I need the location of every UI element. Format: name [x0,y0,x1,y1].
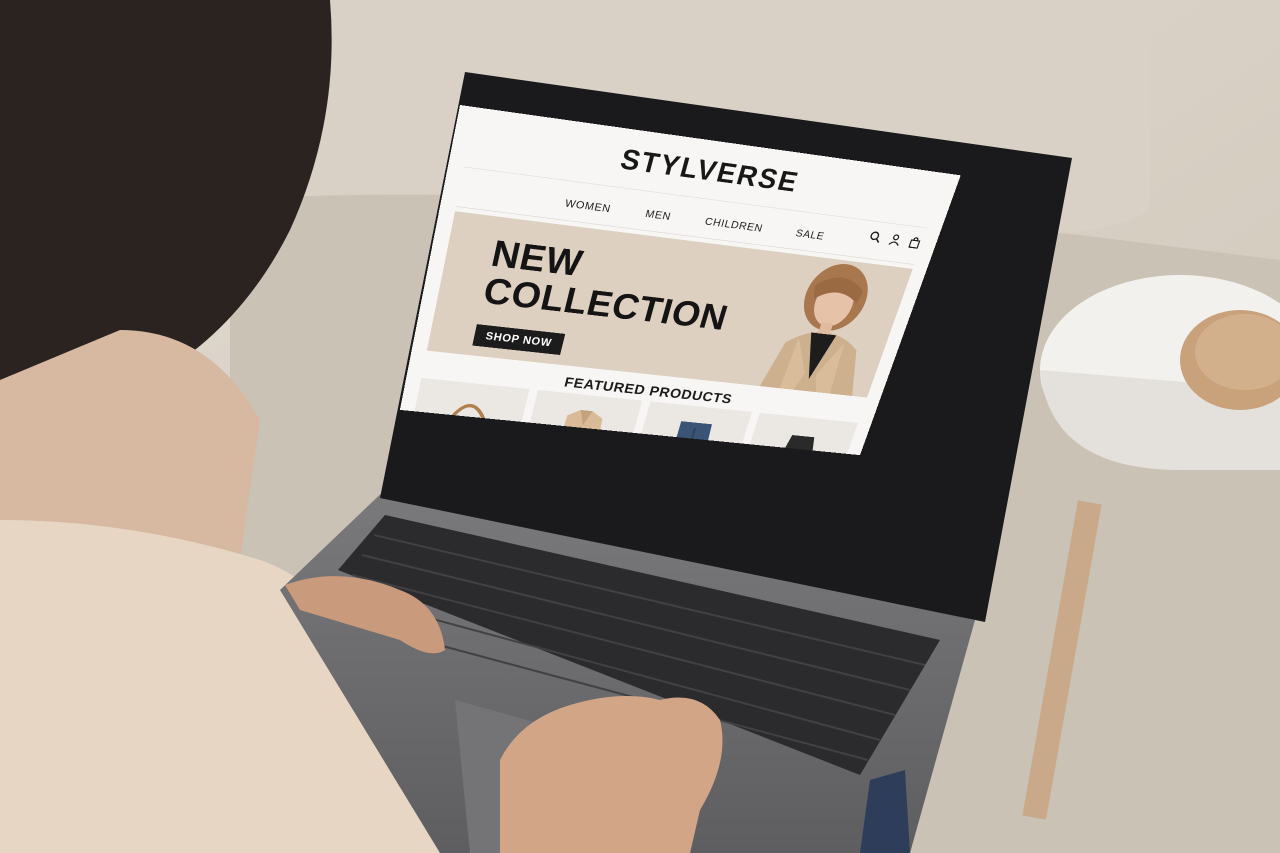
model-photo [759,260,878,396]
photo-scene: STYLVERSE WOMEN MEN CHILDREN SALE NEW CO… [0,0,1280,853]
hero-title: NEW COLLECTION [480,232,743,337]
nav-children[interactable]: CHILDREN [703,215,765,235]
search-icon[interactable] [868,230,884,243]
shop-now-button[interactable]: SHOP NOW [472,324,566,355]
nav-men[interactable]: MEN [644,208,672,224]
nav-sale[interactable]: SALE [794,227,826,243]
user-icon[interactable] [887,233,903,246]
nav-women[interactable]: WOMEN [564,197,612,215]
